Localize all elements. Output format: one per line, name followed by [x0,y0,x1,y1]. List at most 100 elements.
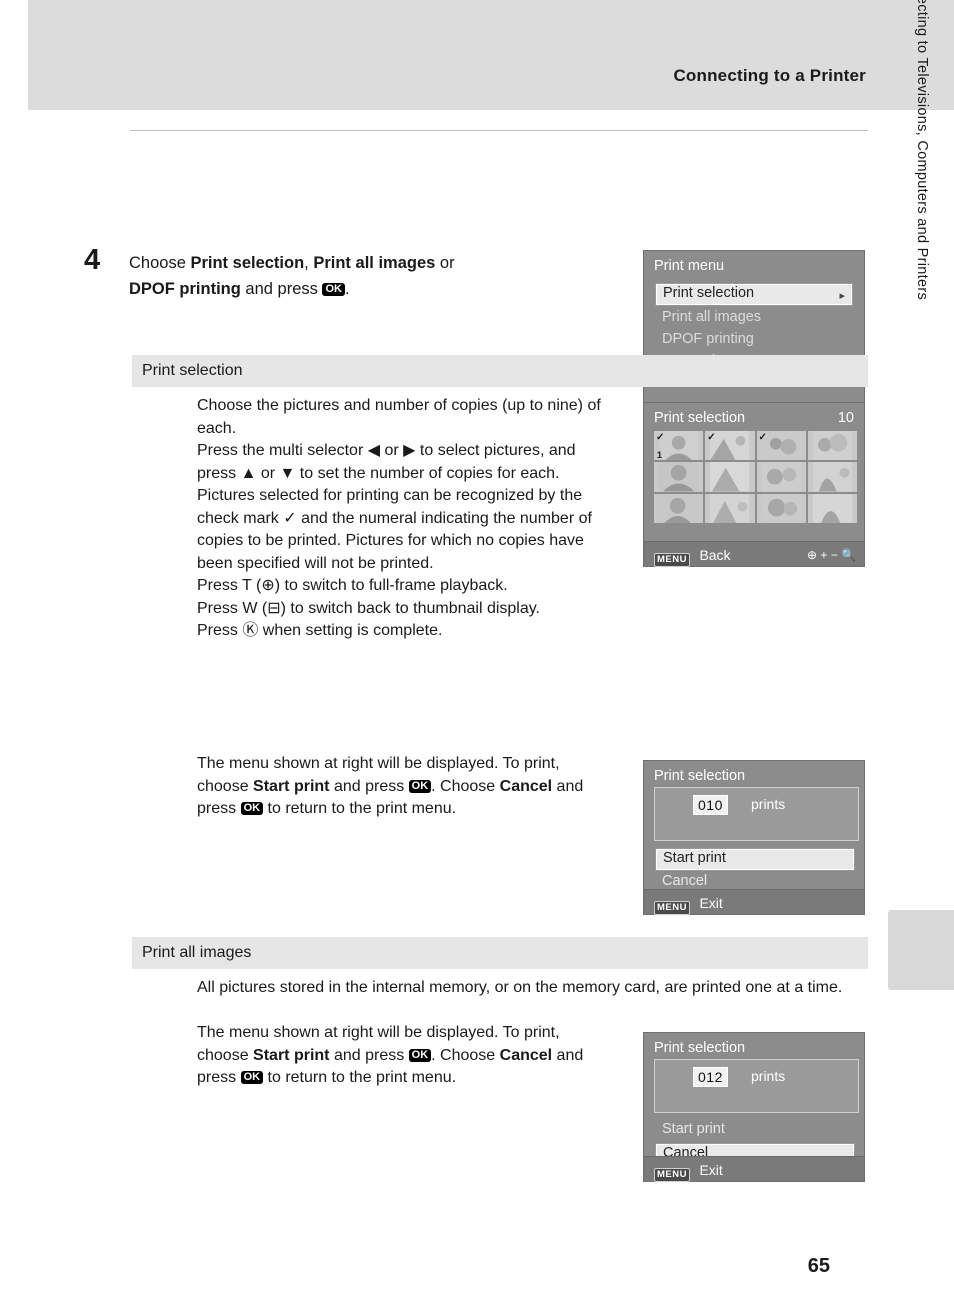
ps2-end: to return to the print menu. [263,800,457,817]
menu-item-print-all-images-label: Print all images [662,309,762,325]
thumbnail-item[interactable] [807,493,857,523]
menu-button-icon: MENU [654,901,690,915]
ok-button-icon: OK [322,283,345,296]
copies-count: 1 [657,450,663,461]
thumbnail-item[interactable] [654,493,704,523]
lcd-start-print-2-footer-label: Exit [699,1162,723,1178]
menu-item-dpof-printing-label: DPOF printing [662,331,754,347]
thumbnail-item[interactable] [807,462,857,492]
print-all-paragraph-2: The menu shown at right will be displaye… [197,1024,584,1086]
ps-p4: Press T (⊕) to switch to full-frame play… [197,577,508,594]
check-icon: ✓ [758,432,767,443]
thumbnail-item[interactable] [756,462,806,492]
lcd-print-selection-footer-label: Back [699,547,731,563]
prints-count-label-2: prints [751,1068,786,1084]
pa2-mid: and press [329,1046,409,1064]
ps-p6: Press Ⓚ when setting is complete. [197,622,443,639]
option-start-print-1-label: Start print [663,850,726,866]
menu-button-icon: MENU [654,1168,690,1182]
lcd-start-print-2-title: Print selection [654,1040,746,1056]
thumbnail-item[interactable]: ✓ [756,431,806,461]
menu-item-print-selection[interactable]: Print selection ▸ [656,284,852,305]
section-bar-print-all-images: Print all images [132,937,868,969]
thumbnail-item[interactable]: ✓ 1 [654,431,704,461]
page-header-band: Connecting to a Printer [0,0,954,110]
prints-count-box-1: 010 prints [654,787,859,841]
step-text-pre: Choose [129,254,191,272]
ok-button-icon: OK [240,802,264,815]
ps-p5: Press W (⊟) to switch back to thumbnail … [197,599,540,617]
page-header-title: Connecting to a Printer [673,66,866,85]
ps2-cont: Choose [440,777,500,795]
print-all-paragraph-1: All pictures stored in the internal memo… [197,977,857,1000]
thumbnail-item[interactable] [654,462,704,492]
lcd-print-selection-title: Print selection [654,410,746,426]
section-heading-print-selection: Print selection [142,362,243,379]
lcd-start-print-2: Print selection 012 prints Start print C… [643,1032,865,1182]
pa2-start-print: Start print [253,1046,330,1064]
thumbnail-item[interactable]: ✓ [705,431,755,461]
option-start-print-2-label: Start print [662,1121,725,1137]
thumbnail-item[interactable] [756,493,806,523]
lcd-start-print-1-title: Print selection [654,768,746,784]
lcd-print-menu-title: Print menu [654,258,725,274]
pa2-end: to return to the print menu. [263,1069,457,1086]
thumbnail-item[interactable] [705,493,755,523]
ok-button-icon: OK [408,1048,432,1062]
ps2-start-print: Start print [253,777,330,795]
page-number: 65 [807,1255,830,1277]
step-bold-dpof: DPOF printing [129,280,241,298]
prints-count-value-1: 010 [693,795,728,815]
ps2-mid: and press [329,777,409,795]
option-start-print-2[interactable]: Start print [656,1121,854,1142]
thumbnail-item[interactable] [705,462,755,492]
header-left-margin [0,0,28,110]
menu-item-print-selection-label: Print selection [663,285,755,301]
lcd-start-print-1-footer-label: Exit [699,895,723,911]
print-selection-paragraph-1: Choose the pictures and number of copies… [197,395,615,643]
lcd-print-selection-count: 10 [837,410,854,426]
pa-p1: All pictures stored in the internal memo… [197,979,843,996]
menu-item-dpof-printing[interactable]: DPOF printing [656,331,852,352]
section-heading-print-all-images: Print all images [142,944,252,961]
ok-button-icon: OK [408,779,432,793]
ps-p3: Pictures selected for printing can be re… [197,487,592,572]
print-selection-paragraph-2: The menu shown at right will be displaye… [197,755,584,817]
step-or: or [435,254,455,272]
prints-count-label-1: prints [751,796,786,812]
zoom-controls-icon: ⊕ + − 🔍 [806,548,856,562]
menu-item-print-all-images[interactable]: Print all images [656,309,852,330]
ps2-cancel: Cancel [499,777,553,795]
ps-p2: Press the multi selector ◀ or ▶ to selec… [197,442,576,482]
menu-button-icon: MENU [654,553,690,567]
prints-count-box-2: 012 prints [654,1059,859,1113]
side-tab-strip: Connecting to Televisions, Computers and… [888,0,954,1314]
header-rule [130,130,868,131]
step-instruction: Choose Print selection, Print all images… [129,250,609,302]
step-bold-print-selection: Print selection [190,254,305,272]
pa2-cancel: Cancel [499,1046,553,1064]
step-bold-print-all: Print all images [313,254,436,272]
lcd-print-selection-footer: MENU Back ⊕ + − 🔍 [644,541,864,567]
chevron-right-icon: ▸ [839,290,845,302]
step-number: 4 [84,244,101,276]
check-icon: ✓ [707,432,716,443]
check-icon: ✓ [656,432,665,443]
page-content: 4 Choose Print selection, Print all imag… [0,110,888,1314]
step-period: . [344,280,350,298]
option-cancel-1-label: Cancel [662,873,708,889]
lcd-start-print-1: Print selection 010 prints Start print C… [643,760,865,915]
lcd-start-print-1-footer: MENU Exit [644,889,864,915]
option-start-print-1[interactable]: Start print [656,849,854,870]
step-and-press: and press [240,280,323,298]
thumbnail-grid: ✓ 1 ✓ ✓ [654,431,857,523]
lcd-print-selection: Print selection 10 ✓ 1 ✓ ✓ MENU Back ⊕ + … [643,402,865,567]
side-tab-marker [888,910,954,990]
pa2-cont: Choose [440,1046,500,1064]
ok-button-icon: OK [240,1071,264,1084]
prints-count-value-2: 012 [693,1067,728,1087]
ps-p1: Choose the pictures and number of copies… [197,397,601,437]
side-tab-label: Connecting to Televisions, Computers and… [914,0,930,301]
step-comma: , [304,254,314,272]
thumbnail-item[interactable] [807,431,857,461]
